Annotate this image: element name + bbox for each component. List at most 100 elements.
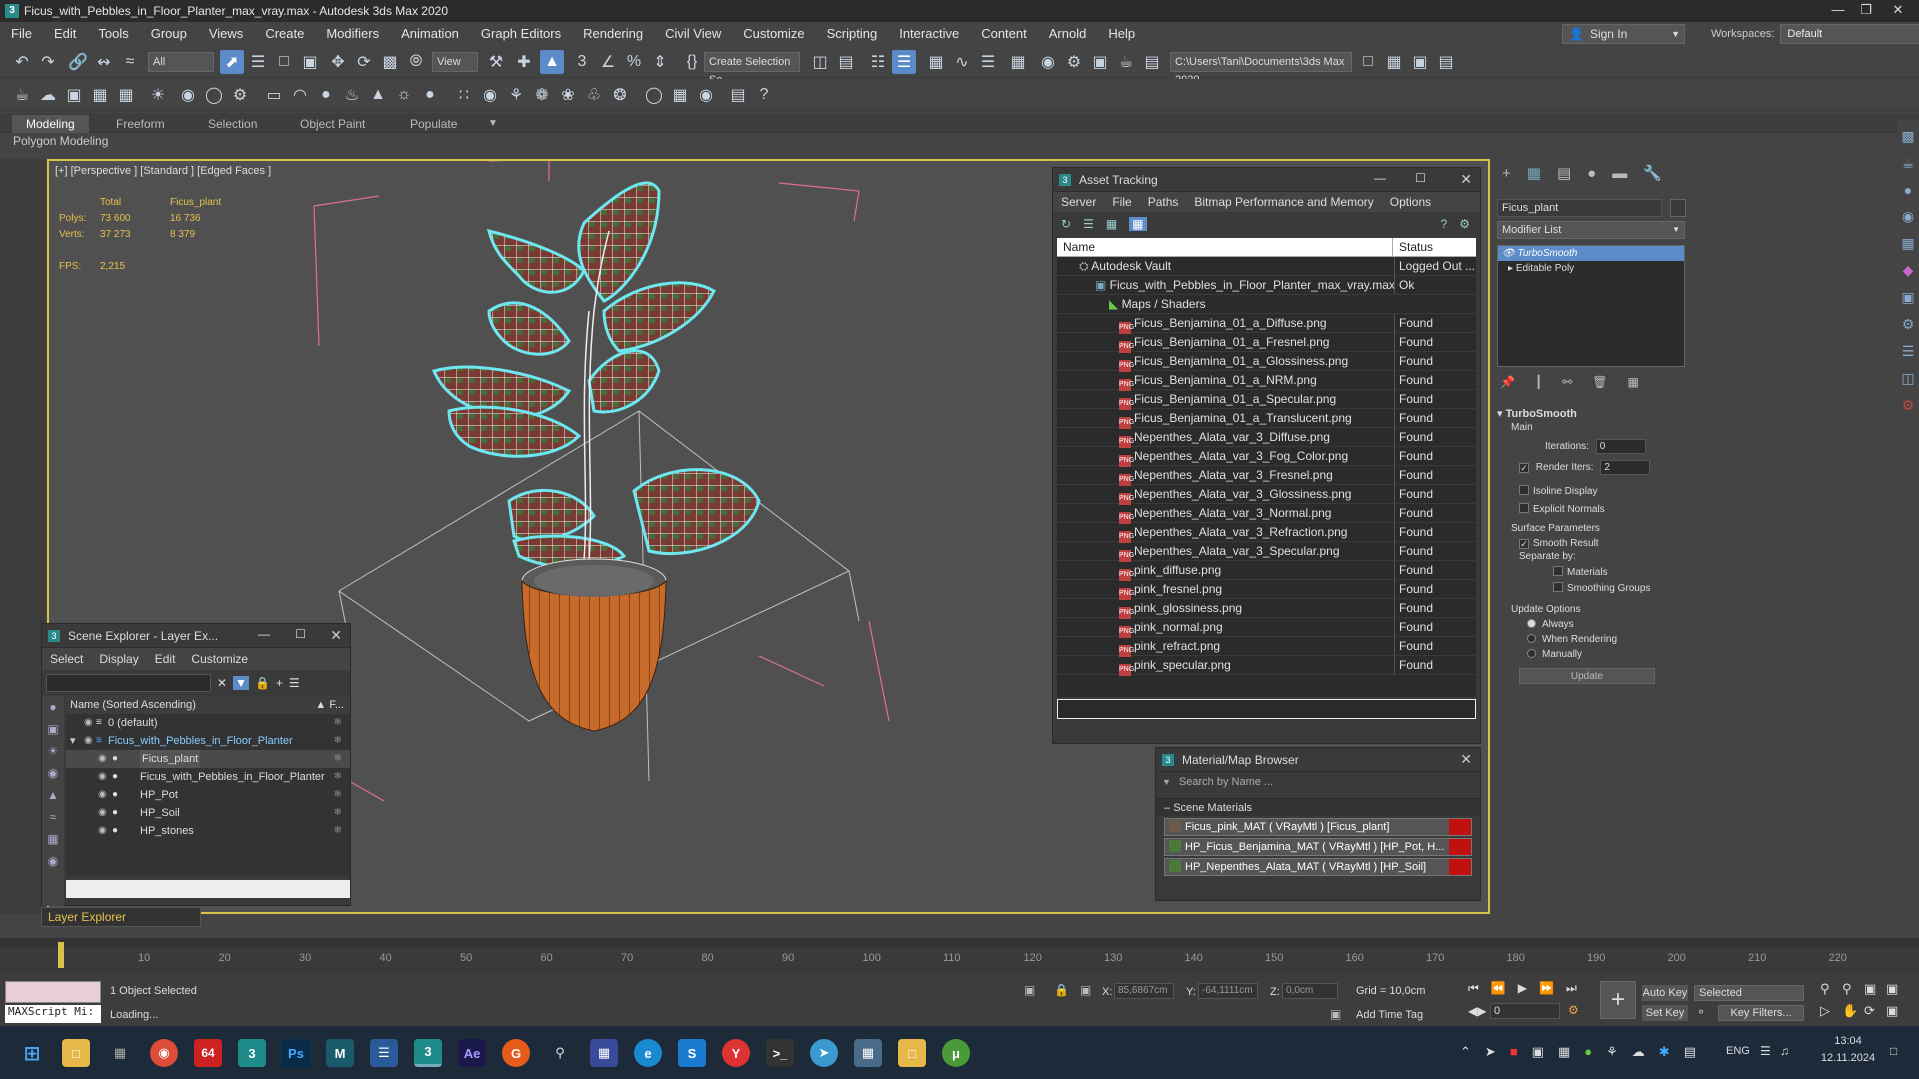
sun-icon[interactable]: ☼	[392, 83, 416, 107]
asset-row[interactable]: PNGpink_normal.png Found	[1057, 618, 1476, 638]
eye-icon[interactable]: ◉	[84, 714, 93, 732]
freeze-icon[interactable]: ❄	[334, 822, 342, 840]
eye-icon[interactable]: 👁	[1502, 248, 1517, 259]
render-icon[interactable]: ☕	[1114, 50, 1138, 74]
minimize-icon[interactable]: —	[1374, 171, 1386, 185]
menu-file[interactable]: File	[0, 22, 43, 46]
menu-scripting[interactable]: Scripting	[816, 22, 889, 46]
tab-selection[interactable]: Selection	[208, 115, 257, 133]
bug-icon[interactable]: ⚙	[1902, 397, 1915, 414]
file-explorer-icon[interactable]: □	[62, 1039, 90, 1067]
menu-rendering[interactable]: Rendering	[572, 22, 654, 46]
maximize-viewport-icon[interactable]: ▣	[1886, 1003, 1908, 1019]
windows-start-icon[interactable]: ⊞	[18, 1039, 46, 1067]
scene-explorer-header[interactable]: 3 Scene Explorer - Layer Ex... — ☐ ✕	[42, 624, 350, 648]
z-coord-field[interactable]: 0,0cm	[1282, 983, 1338, 999]
tray-display-icon[interactable]: ▦	[1558, 1044, 1570, 1060]
scene-explorer-icon[interactable]: ☷	[866, 50, 890, 74]
display-helpers-icon[interactable]: ▲	[42, 784, 64, 806]
maximize-icon[interactable]: ☐	[1415, 171, 1426, 185]
scatter-icon[interactable]: ❁	[530, 83, 554, 107]
create-tab-icon[interactable]: +	[1502, 165, 1511, 182]
add-time-tag[interactable]: Add Time Tag	[1356, 1009, 1423, 1021]
render-iters-spinner[interactable]: 2	[1600, 460, 1651, 475]
eye-icon[interactable]: ◉	[84, 732, 93, 750]
isoline-checkbox[interactable]	[1519, 485, 1529, 495]
utilities-tab-icon[interactable]: 🔧	[1643, 164, 1662, 182]
menu-bitmap-performance[interactable]: Bitmap Performance and Memory	[1186, 195, 1381, 209]
clear-icon[interactable]: ✕	[217, 676, 227, 690]
grid-icon[interactable]: ▦	[114, 83, 138, 107]
timeline[interactable]: 10 20 30 40 50 60 70 80 90 100 110 120 130 140 150 160 1…	[0, 938, 1919, 973]
lock-icon[interactable]: 🔒	[1054, 983, 1069, 997]
menu-arnold[interactable]: Arnold	[1038, 22, 1098, 46]
cloud-icon[interactable]: ☁	[36, 83, 60, 107]
layer-row[interactable]: ◉ ● HP_Soil ❄	[66, 804, 350, 822]
menu-display[interactable]: Display	[91, 652, 146, 666]
col-name[interactable]: Name (Sorted Ascending)	[70, 699, 196, 711]
asset-path-field[interactable]	[1057, 699, 1476, 719]
lock-icon[interactable]: 🔒	[255, 676, 270, 690]
calculator-icon[interactable]: ▦	[88, 83, 112, 107]
motion-tab-icon[interactable]: ●	[1587, 165, 1596, 182]
sphere-icon[interactable]: ●	[1904, 182, 1912, 198]
configure-sets-icon[interactable]: ▦	[1627, 375, 1638, 389]
asset-tracking-header[interactable]: 3 Asset Tracking — ☐ ✕	[1053, 168, 1480, 192]
modifier-stack[interactable]: 👁 TurboSmooth ▸ Editable Poly	[1497, 245, 1685, 367]
time-slider[interactable]	[58, 942, 64, 968]
dome-icon[interactable]: ◠	[288, 83, 312, 107]
tab-object-paint[interactable]: Object Paint	[300, 115, 365, 133]
search-icon[interactable]: ⚲	[546, 1039, 574, 1067]
layer-row[interactable]: ◉ ● Ficus_with_Pebbles_in_Floor_Planter ❄	[66, 768, 350, 786]
time-tag-icon[interactable]: ▣	[1330, 1007, 1341, 1021]
select-object-icon[interactable]: ⬈	[220, 50, 244, 74]
create-selection-set-dropdown[interactable]: Create Selection Se	[704, 52, 800, 86]
box-icon[interactable]: ◆	[1903, 262, 1914, 279]
undo-icon[interactable]: ↶	[10, 50, 34, 74]
minimize-icon[interactable]: —	[258, 627, 270, 641]
layer-row[interactable]: ▾ ◉ ≡ Ficus_with_Pebbles_in_Floor_Planter ❄	[66, 732, 350, 750]
set-key-button[interactable]: Set Key	[1642, 1005, 1688, 1021]
prev-frame-icon[interactable]: ⏪	[1491, 981, 1506, 996]
asset-row[interactable]: PNGFicus_Benjamina_01_a_Translucent.png F…	[1057, 409, 1476, 429]
tray-utorrent-icon[interactable]: ●	[1584, 1044, 1592, 1060]
zoom-all-icon[interactable]: ⚲	[1842, 981, 1864, 997]
maxscript-mini-listener[interactable]: MAXScript Mi:	[5, 1005, 101, 1023]
zoom-extents-all-icon[interactable]: ▣	[1886, 981, 1908, 997]
lister-icon[interactable]: ▦	[668, 83, 692, 107]
materials-checkbox[interactable]	[1553, 566, 1563, 576]
menu-paths[interactable]: Paths	[1140, 195, 1187, 209]
play-icon[interactable]: ▶	[1518, 981, 1527, 996]
close-button[interactable]: ✕	[1878, 0, 1918, 22]
terminal-icon[interactable]: >_	[766, 1039, 794, 1067]
environment-icon[interactable]: ●	[418, 83, 442, 107]
filter-icon[interactable]: ▼	[233, 676, 249, 690]
display-xrefs-icon[interactable]: ◉	[42, 850, 64, 872]
tray-network-icon[interactable]: ▤	[1684, 1044, 1696, 1060]
show-end-result-icon[interactable]: ┃	[1535, 375, 1542, 389]
col-freeze[interactable]: ▲ F...	[315, 696, 344, 714]
folder-icon[interactable]: □	[898, 1039, 926, 1067]
unlink-icon[interactable]: ↭	[92, 50, 116, 74]
x-coord-field[interactable]: 85,6867cm	[1114, 983, 1174, 999]
clock-time[interactable]: 13:04	[1818, 1035, 1878, 1047]
render-setup-icon[interactable]: ⚙	[1062, 50, 1086, 74]
named-selection-icon[interactable]: {}	[680, 50, 704, 74]
display-shapes-icon[interactable]: ▣	[42, 718, 64, 740]
teapot-icon[interactable]: ☕	[10, 83, 34, 107]
asset-row[interactable]: PNGpink_glossiness.png Found	[1057, 599, 1476, 619]
teapot-icon[interactable]: ☕	[1902, 155, 1915, 172]
object-color-swatch[interactable]	[1670, 199, 1686, 217]
asset-row[interactable]: PNGFicus_Benjamina_01_a_Diffuse.png Found	[1057, 314, 1476, 334]
table-view-icon[interactable]: ▦	[1106, 217, 1117, 231]
selection-filter-dropdown[interactable]: All	[148, 52, 214, 72]
asset-row[interactable]: PNGNepenthes_Alata_var_3_Fresnel.png Foun…	[1057, 466, 1476, 486]
layer-row[interactable]: ◉ ● HP_stones ❄	[66, 822, 350, 840]
snap-icon[interactable]: 3	[570, 50, 594, 74]
vault-icon[interactable]: ⚙	[1459, 217, 1470, 231]
3dsmax-taskbar-icon-active[interactable]: 3	[414, 1039, 442, 1067]
asset-row[interactable]: ⛭ Autodesk Vault Logged Out ...	[1057, 257, 1476, 276]
select-by-name-icon[interactable]: ☰	[246, 50, 270, 74]
asset-row[interactable]: PNGpink_fresnel.png Found	[1057, 580, 1476, 600]
pivot-icon[interactable]: ⚒	[484, 50, 508, 74]
